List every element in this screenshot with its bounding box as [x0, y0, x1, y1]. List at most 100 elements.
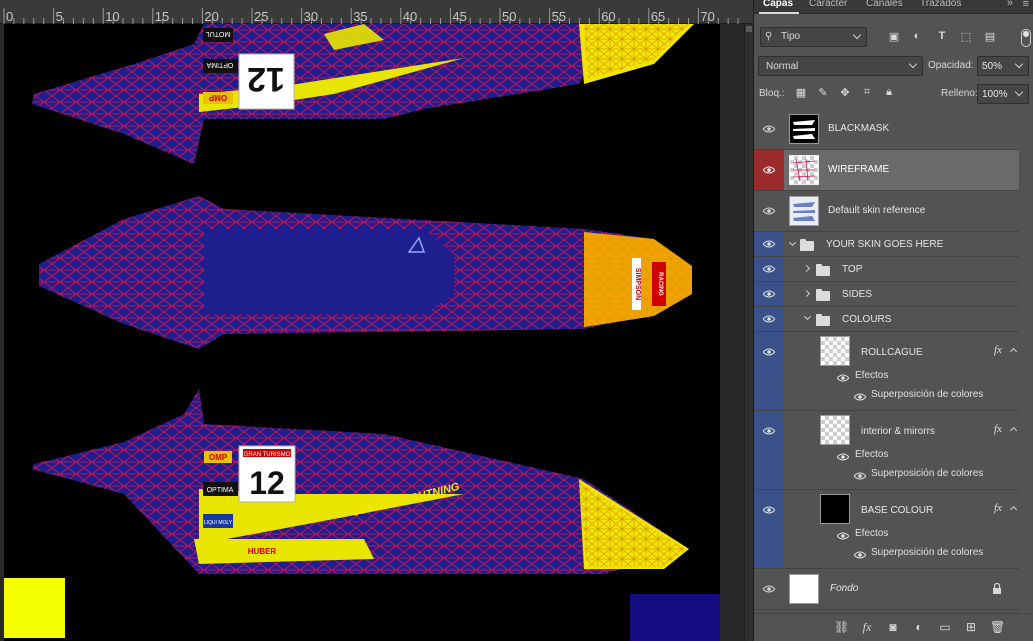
bottom-huber-decal: HUBER	[248, 547, 277, 556]
fill-label: Relleno:	[941, 88, 978, 99]
smart-object-filter-icon[interactable]: ▤	[983, 30, 997, 44]
visibility-toggle[interactable]	[754, 411, 784, 489]
layer-rollcague[interactable]: ROLLCAGUE fx Efectos Superposición de co…	[754, 332, 1019, 411]
chevron-down-icon[interactable]	[788, 238, 797, 247]
effect-color-overlay[interactable]: Superposición de colores	[871, 389, 983, 400]
lock-artboard-icon[interactable]: ⌗	[860, 86, 874, 100]
fx-icon[interactable]: fx	[994, 423, 1002, 435]
chevron-up-icon[interactable]	[1009, 426, 1018, 435]
tab-caracter[interactable]: Carácter	[809, 0, 847, 9]
tab-canales[interactable]: Canales	[866, 0, 903, 9]
link-layers-icon[interactable]: ⛓	[834, 620, 849, 634]
bottom-car-number: 12	[249, 465, 285, 501]
group-colours[interactable]: COLOURS	[754, 307, 1019, 332]
chevron-down-icon	[908, 59, 918, 69]
delete-layer-icon[interactable]: 🗑︎	[990, 620, 1005, 634]
new-layer-icon[interactable]: ⊞	[964, 620, 978, 634]
visibility-toggle[interactable]	[754, 232, 784, 256]
shape-filter-icon[interactable]: ⬚	[959, 30, 973, 44]
visibility-toggle[interactable]	[754, 490, 784, 568]
layer-fondo[interactable]: Fondo	[754, 569, 1019, 610]
layers-scrollbar[interactable]	[1021, 109, 1033, 613]
visibility-toggle[interactable]	[754, 109, 784, 149]
visibility-toggle[interactable]	[754, 332, 784, 410]
image-filter-icon[interactable]: ▣	[887, 30, 901, 44]
group-name: SIDES	[842, 289, 873, 300]
eye-icon	[763, 348, 775, 356]
visibility-toggle[interactable]	[754, 257, 784, 281]
adjustment-filter-icon[interactable]: ◐	[910, 30, 924, 44]
opacity-input[interactable]: 50%	[977, 56, 1029, 76]
layer-name: Fondo	[830, 583, 859, 594]
lock-row: Bloq.: ▦ ✎ ✥ ⌗ 🔒︎ Relleno: 100%	[754, 84, 1033, 104]
lock-position-icon[interactable]: ✥	[838, 86, 852, 100]
layers-list[interactable]: BLACKMASK WIREFRAME Default skin referen…	[754, 109, 1033, 613]
panel-tab-bar: Capas Carácter Canales Trazados » ≡	[754, 0, 1033, 14]
effects-label: Efectos	[855, 370, 889, 381]
effect-color-overlay[interactable]: Superposición de colores	[871, 547, 983, 558]
layer-thumbnail	[789, 155, 819, 185]
fill-value: 100%	[982, 89, 1008, 100]
layer-base-colour[interactable]: BASE COLOUR fx Efectos Superposición de …	[754, 490, 1019, 569]
eye-icon[interactable]	[837, 532, 849, 540]
tab-trazados[interactable]: Trazados	[920, 0, 961, 9]
eye-icon[interactable]	[854, 472, 866, 480]
new-group-icon[interactable]: ▭	[938, 620, 952, 634]
layer-name: Default skin reference	[828, 205, 926, 216]
eye-icon[interactable]	[854, 393, 866, 401]
chevron-down-icon	[1014, 87, 1024, 97]
document-canvas[interactable]: 12 MOTUL OPTIMA OMP SIMPSON RACING GRAN …	[4, 24, 720, 641]
group-sides[interactable]: SIDES	[754, 282, 1019, 307]
chevron-up-icon[interactable]	[1009, 347, 1018, 356]
layer-blackmask[interactable]: BLACKMASK	[754, 109, 1019, 150]
layer-wireframe[interactable]: WIREFRAME	[754, 150, 1019, 191]
layer-filter-row: ⚲ Tipo ▣ ◐ T ⬚ ▤	[754, 27, 1033, 51]
filter-toggle[interactable]	[1021, 29, 1031, 47]
visibility-toggle[interactable]	[754, 150, 784, 190]
layer-thumbnail	[789, 196, 819, 226]
chevron-right-icon[interactable]	[802, 289, 811, 298]
eye-icon[interactable]	[837, 374, 849, 382]
fx-icon[interactable]: fx	[994, 344, 1002, 356]
group-your-skin-goes-here[interactable]: YOUR SKIN GOES HERE	[754, 232, 1019, 257]
double-chevron-icon[interactable]: »	[1007, 0, 1013, 9]
effects-label: Efectos	[855, 449, 889, 460]
type-filter-icon[interactable]: T	[935, 30, 949, 44]
layer-style-icon[interactable]: fx	[860, 620, 874, 634]
car-side-bottom: GRAN TURISMO 12 OMP OPTIMA LIQUI MOLY JO…	[32, 389, 689, 574]
visibility-toggle[interactable]	[754, 282, 784, 306]
lock-transparent-icon[interactable]: ▦	[794, 86, 808, 100]
effect-color-overlay[interactable]: Superposición de colores	[871, 468, 983, 479]
chevron-right-icon[interactable]	[802, 264, 811, 273]
car-side-top: 12 MOTUL OPTIMA OMP	[32, 24, 694, 164]
eye-icon	[763, 265, 775, 273]
filter-kind-select[interactable]: ⚲ Tipo	[760, 27, 867, 47]
eye-icon[interactable]	[837, 453, 849, 461]
visibility-toggle[interactable]	[754, 191, 784, 231]
horizontal-ruler[interactable]: 0 5 10 15 20 25 30 35 40 45 50 55 60 65 70	[0, 0, 753, 24]
bottom-liqui-moly-decal: LIQUI MOLY	[204, 520, 233, 526]
blend-mode-select[interactable]: Normal	[758, 56, 923, 76]
blend-row: Normal Opacidad: 50%	[754, 56, 1033, 76]
layer-thumbnail	[820, 494, 850, 524]
lock-image-icon[interactable]: ✎	[816, 86, 830, 100]
fill-input[interactable]: 100%	[977, 84, 1029, 104]
ruler-label: 25	[254, 9, 269, 24]
fx-icon[interactable]: fx	[994, 502, 1002, 514]
chevron-up-icon[interactable]	[1009, 505, 1018, 514]
visibility-toggle[interactable]	[754, 569, 784, 609]
eye-icon[interactable]	[854, 551, 866, 559]
tab-capas[interactable]: Capas	[763, 0, 793, 9]
eye-icon	[763, 585, 775, 593]
layer-mask-icon[interactable]: ◙	[886, 620, 900, 634]
layers-panel-footer: ⛓ fx ◙ ◐ ▭ ⊞ 🗑︎	[754, 613, 1033, 641]
lock-all-icon[interactable]: 🔒︎	[882, 86, 896, 100]
hamburger-icon[interactable]: ≡	[1023, 0, 1029, 10]
layer-default-skin-reference[interactable]: Default skin reference	[754, 191, 1019, 232]
layer-interior-mirrors[interactable]: interior & mirorrs fx Efectos Superposic…	[754, 411, 1019, 490]
group-top[interactable]: TOP	[754, 257, 1019, 282]
chevron-down-icon[interactable]	[803, 312, 812, 321]
visibility-toggle[interactable]	[754, 307, 784, 331]
canvas-vertical-scrollbar[interactable]	[744, 24, 753, 641]
adjustment-layer-icon[interactable]: ◐	[912, 620, 926, 634]
